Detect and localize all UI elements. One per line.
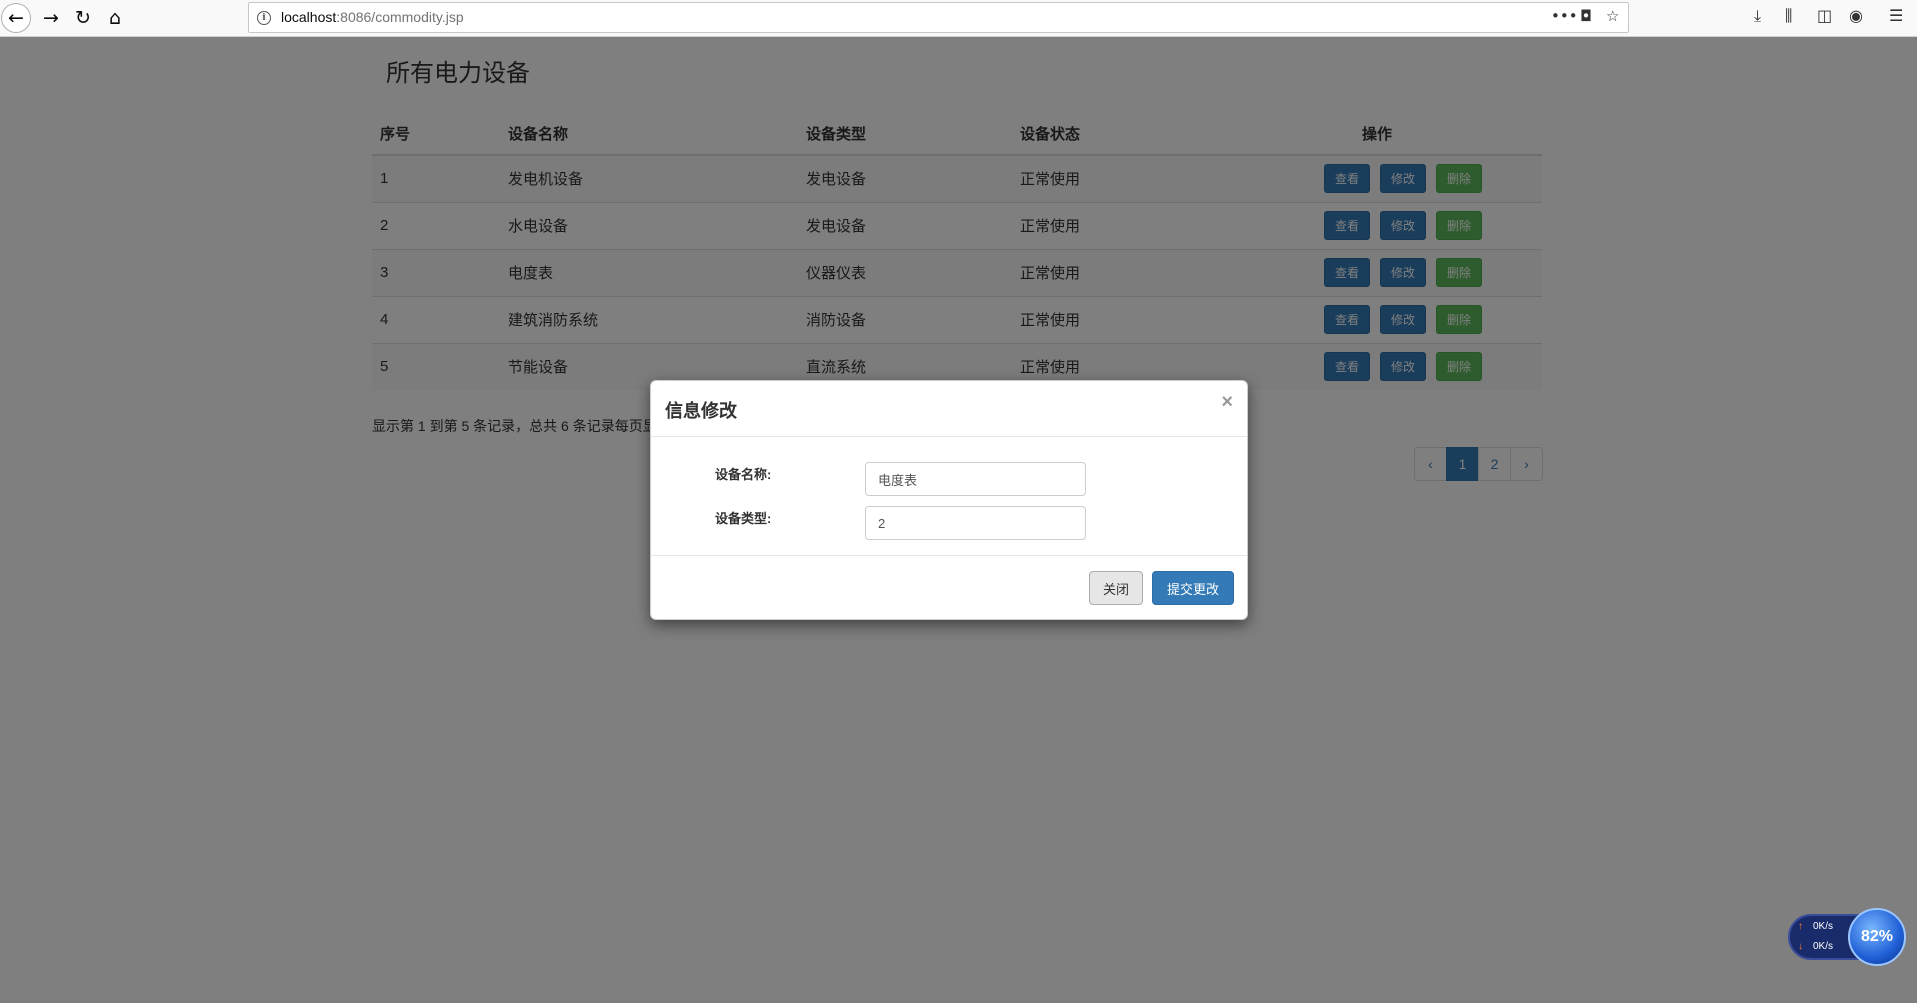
url-text: localhost:8086/commodity.jsp — [281, 9, 464, 25]
browser-toolbar: ← → ↻ ⌂ i localhost:8086/commodity.jsp •… — [0, 0, 1917, 37]
modal-title: 信息修改 — [665, 401, 737, 421]
close-button[interactable]: 关闭 — [1089, 571, 1143, 605]
forward-icon[interactable]: → — [36, 3, 66, 33]
upload-arrow-icon: ↑ — [1798, 921, 1803, 932]
device-name-label: 设备名称: — [715, 467, 772, 482]
edit-info-modal: 信息修改 × 设备名称: 设备类型: 关闭 提交更改 — [650, 380, 1248, 620]
usage-ball[interactable]: 82% — [1848, 908, 1906, 966]
download-speed: ↓ 0K/s — [1798, 941, 1834, 952]
account-icon[interactable]: ◉ — [1849, 6, 1863, 25]
device-type-label: 设备类型: — [715, 511, 772, 526]
device-name-input[interactable] — [865, 462, 1086, 496]
modal-footer: 关闭 提交更改 — [651, 555, 1247, 621]
device-type-input[interactable] — [865, 506, 1086, 540]
pocket-icon[interactable]: ◘ — [1580, 7, 1592, 25]
upload-speed: ↑ 0K/s — [1798, 921, 1834, 932]
home-icon[interactable]: ⌂ — [100, 3, 130, 33]
close-icon[interactable]: × — [1221, 391, 1233, 414]
menu-icon[interactable]: ☰ — [1889, 6, 1903, 25]
modal-header: 信息修改 × — [651, 381, 1247, 437]
library-icon[interactable]: ⫼ — [1785, 6, 1792, 26]
download-arrow-icon: ↓ — [1798, 941, 1803, 952]
site-info-icon[interactable]: i — [257, 11, 271, 25]
more-actions-icon[interactable]: ••• — [1551, 7, 1578, 25]
bookmark-star-icon[interactable]: ☆ — [1606, 7, 1619, 25]
sidebar-icon[interactable]: ◫ — [1817, 6, 1832, 25]
reload-icon[interactable]: ↻ — [68, 3, 98, 33]
back-icon[interactable]: ← — [1, 3, 31, 33]
submit-changes-button[interactable]: 提交更改 — [1152, 571, 1234, 605]
address-bar[interactable]: i localhost:8086/commodity.jsp ••• ◘ ☆ — [248, 2, 1629, 33]
download-icon[interactable]: ⤓ — [1754, 6, 1761, 26]
